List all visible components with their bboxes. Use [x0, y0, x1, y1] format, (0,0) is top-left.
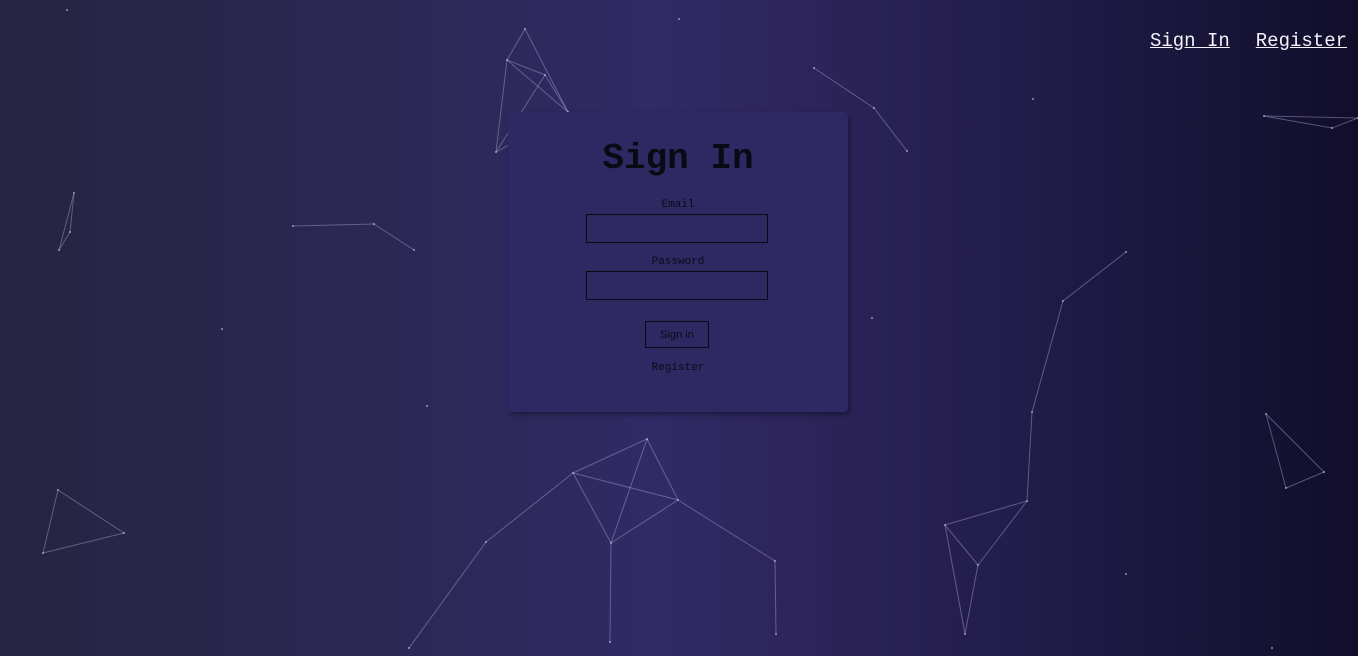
network-line [544, 74, 569, 113]
network-node [977, 564, 979, 566]
network-node [906, 150, 908, 152]
network-node [485, 541, 487, 543]
nav-register-link[interactable]: Register [1256, 30, 1347, 52]
network-line [1265, 413, 1325, 473]
network-line [977, 500, 1028, 566]
network-node [408, 647, 410, 649]
network-line [58, 192, 75, 251]
network-node [73, 192, 75, 194]
sign-in-card: Sign In Email Password Sign in Register [508, 112, 848, 412]
network-line [610, 499, 679, 544]
network-line [1263, 115, 1333, 129]
network-node [1031, 411, 1033, 413]
network-line [873, 107, 908, 152]
network-node [1263, 115, 1265, 117]
network-line [1331, 117, 1358, 129]
network-line [572, 472, 612, 544]
network-line [572, 472, 679, 501]
network-node [495, 151, 497, 153]
network-line [774, 560, 777, 635]
network-line [42, 532, 125, 554]
network-line [485, 472, 574, 543]
network-line [944, 524, 966, 635]
email-label: Email [661, 199, 695, 211]
network-node [1285, 487, 1287, 489]
password-field[interactable] [586, 271, 768, 300]
network-node [873, 107, 875, 109]
network-node [1265, 413, 1267, 415]
network-node [506, 59, 508, 61]
network-line [1031, 300, 1064, 413]
network-line [408, 541, 487, 649]
network-line [373, 223, 415, 251]
network-node [678, 18, 680, 20]
network-node [646, 438, 648, 440]
network-node [609, 641, 611, 643]
network-node [1125, 573, 1127, 575]
network-line [646, 438, 679, 501]
network-node [42, 552, 44, 554]
network-line [506, 59, 546, 76]
network-line [506, 28, 526, 61]
email-field[interactable] [586, 214, 768, 243]
network-node [1032, 98, 1034, 100]
network-node [944, 524, 946, 526]
top-nav: Sign In Register [1150, 30, 1347, 52]
network-node [1026, 500, 1028, 502]
network-node [58, 249, 60, 251]
network-node [1331, 127, 1333, 129]
network-line [964, 564, 979, 635]
network-line [1026, 411, 1033, 502]
network-line [506, 59, 569, 113]
network-node [413, 249, 415, 251]
network-node [1323, 471, 1325, 473]
network-line [944, 500, 1028, 526]
network-node [677, 499, 679, 501]
network-node [774, 560, 776, 562]
sign-in-button[interactable]: Sign in [645, 321, 709, 348]
network-line [57, 489, 125, 534]
network-node [292, 225, 294, 227]
network-node [1062, 300, 1064, 302]
network-line [1263, 115, 1358, 119]
network-node [871, 317, 873, 319]
network-node [69, 231, 71, 233]
network-node [964, 633, 966, 635]
network-line [1062, 251, 1127, 302]
network-line [572, 438, 648, 474]
network-line [813, 67, 875, 109]
network-node [373, 223, 375, 225]
network-node [524, 28, 526, 30]
network-node [544, 74, 546, 76]
network-node [57, 489, 59, 491]
network-node [1271, 647, 1273, 649]
nav-sign-in-link[interactable]: Sign In [1150, 30, 1230, 52]
network-line [42, 489, 59, 554]
network-line [1285, 471, 1325, 489]
network-node [610, 542, 612, 544]
network-node [426, 405, 428, 407]
network-node [66, 9, 68, 11]
network-line [1265, 413, 1287, 489]
network-line [58, 231, 71, 251]
network-line [292, 223, 375, 227]
register-link[interactable]: Register [508, 362, 848, 374]
network-node [1125, 251, 1127, 253]
network-node [572, 472, 574, 474]
network-node [221, 328, 223, 330]
network-node [123, 532, 125, 534]
network-node [775, 633, 777, 635]
network-line [944, 524, 979, 566]
network-line [609, 542, 612, 643]
page-title: Sign In [602, 138, 754, 179]
network-line [524, 28, 569, 113]
network-node [813, 67, 815, 69]
network-line [677, 499, 776, 562]
password-label: Password [651, 256, 705, 268]
